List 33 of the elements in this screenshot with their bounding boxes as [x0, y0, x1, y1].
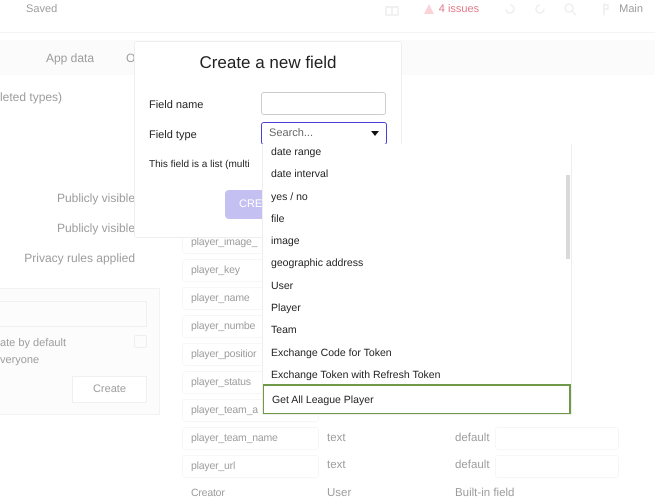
status-text: Saved: [26, 2, 58, 17]
field-type: text: [326, 430, 347, 446]
tab[interactable]: App data: [46, 48, 94, 66]
privacy-label: Publicly visible: [56, 221, 135, 235]
privacy-label: Privacy rules applied: [24, 251, 135, 265]
issues-link[interactable]: 4 issues: [438, 0, 480, 18]
field-label: Field type: [149, 128, 197, 143]
types-note: leted types): [0, 90, 62, 104]
warning-icon: [422, 3, 435, 15]
select-placeholder: Search...: [269, 126, 314, 142]
branch-label[interactable]: Main: [619, 0, 643, 18]
option-hint: veryone: [0, 352, 40, 368]
create-button[interactable]: Create: [72, 376, 147, 402]
type-select[interactable]: Search...: [261, 122, 387, 145]
dropdown-option[interactable]: date interval: [263, 163, 571, 186]
option-label: ate by default: [0, 336, 66, 351]
dropdown-option[interactable]: Get All League Player: [263, 384, 571, 414]
field-name[interactable]: player_team_name: [182, 426, 319, 450]
field-type: text: [326, 458, 347, 474]
default-label: default: [455, 430, 491, 446]
list-label: This field is a list (multi: [149, 158, 250, 172]
field-type: User: [326, 486, 352, 500]
field-name[interactable]: player_url: [182, 454, 319, 478]
modal-title: Create a new field: [198, 52, 338, 74]
default-label: default: [455, 458, 491, 474]
privacy-label: Publicly visible: [56, 191, 135, 205]
caret-icon: [371, 131, 379, 136]
dropdown-option[interactable]: image: [263, 230, 571, 252]
field-name: Creator: [190, 486, 226, 500]
built-in-note: Built-in field: [455, 486, 514, 500]
name-field[interactable]: [261, 92, 386, 115]
dropdown-option[interactable]: date range: [263, 144, 571, 164]
field-label: Field name: [149, 98, 204, 113]
